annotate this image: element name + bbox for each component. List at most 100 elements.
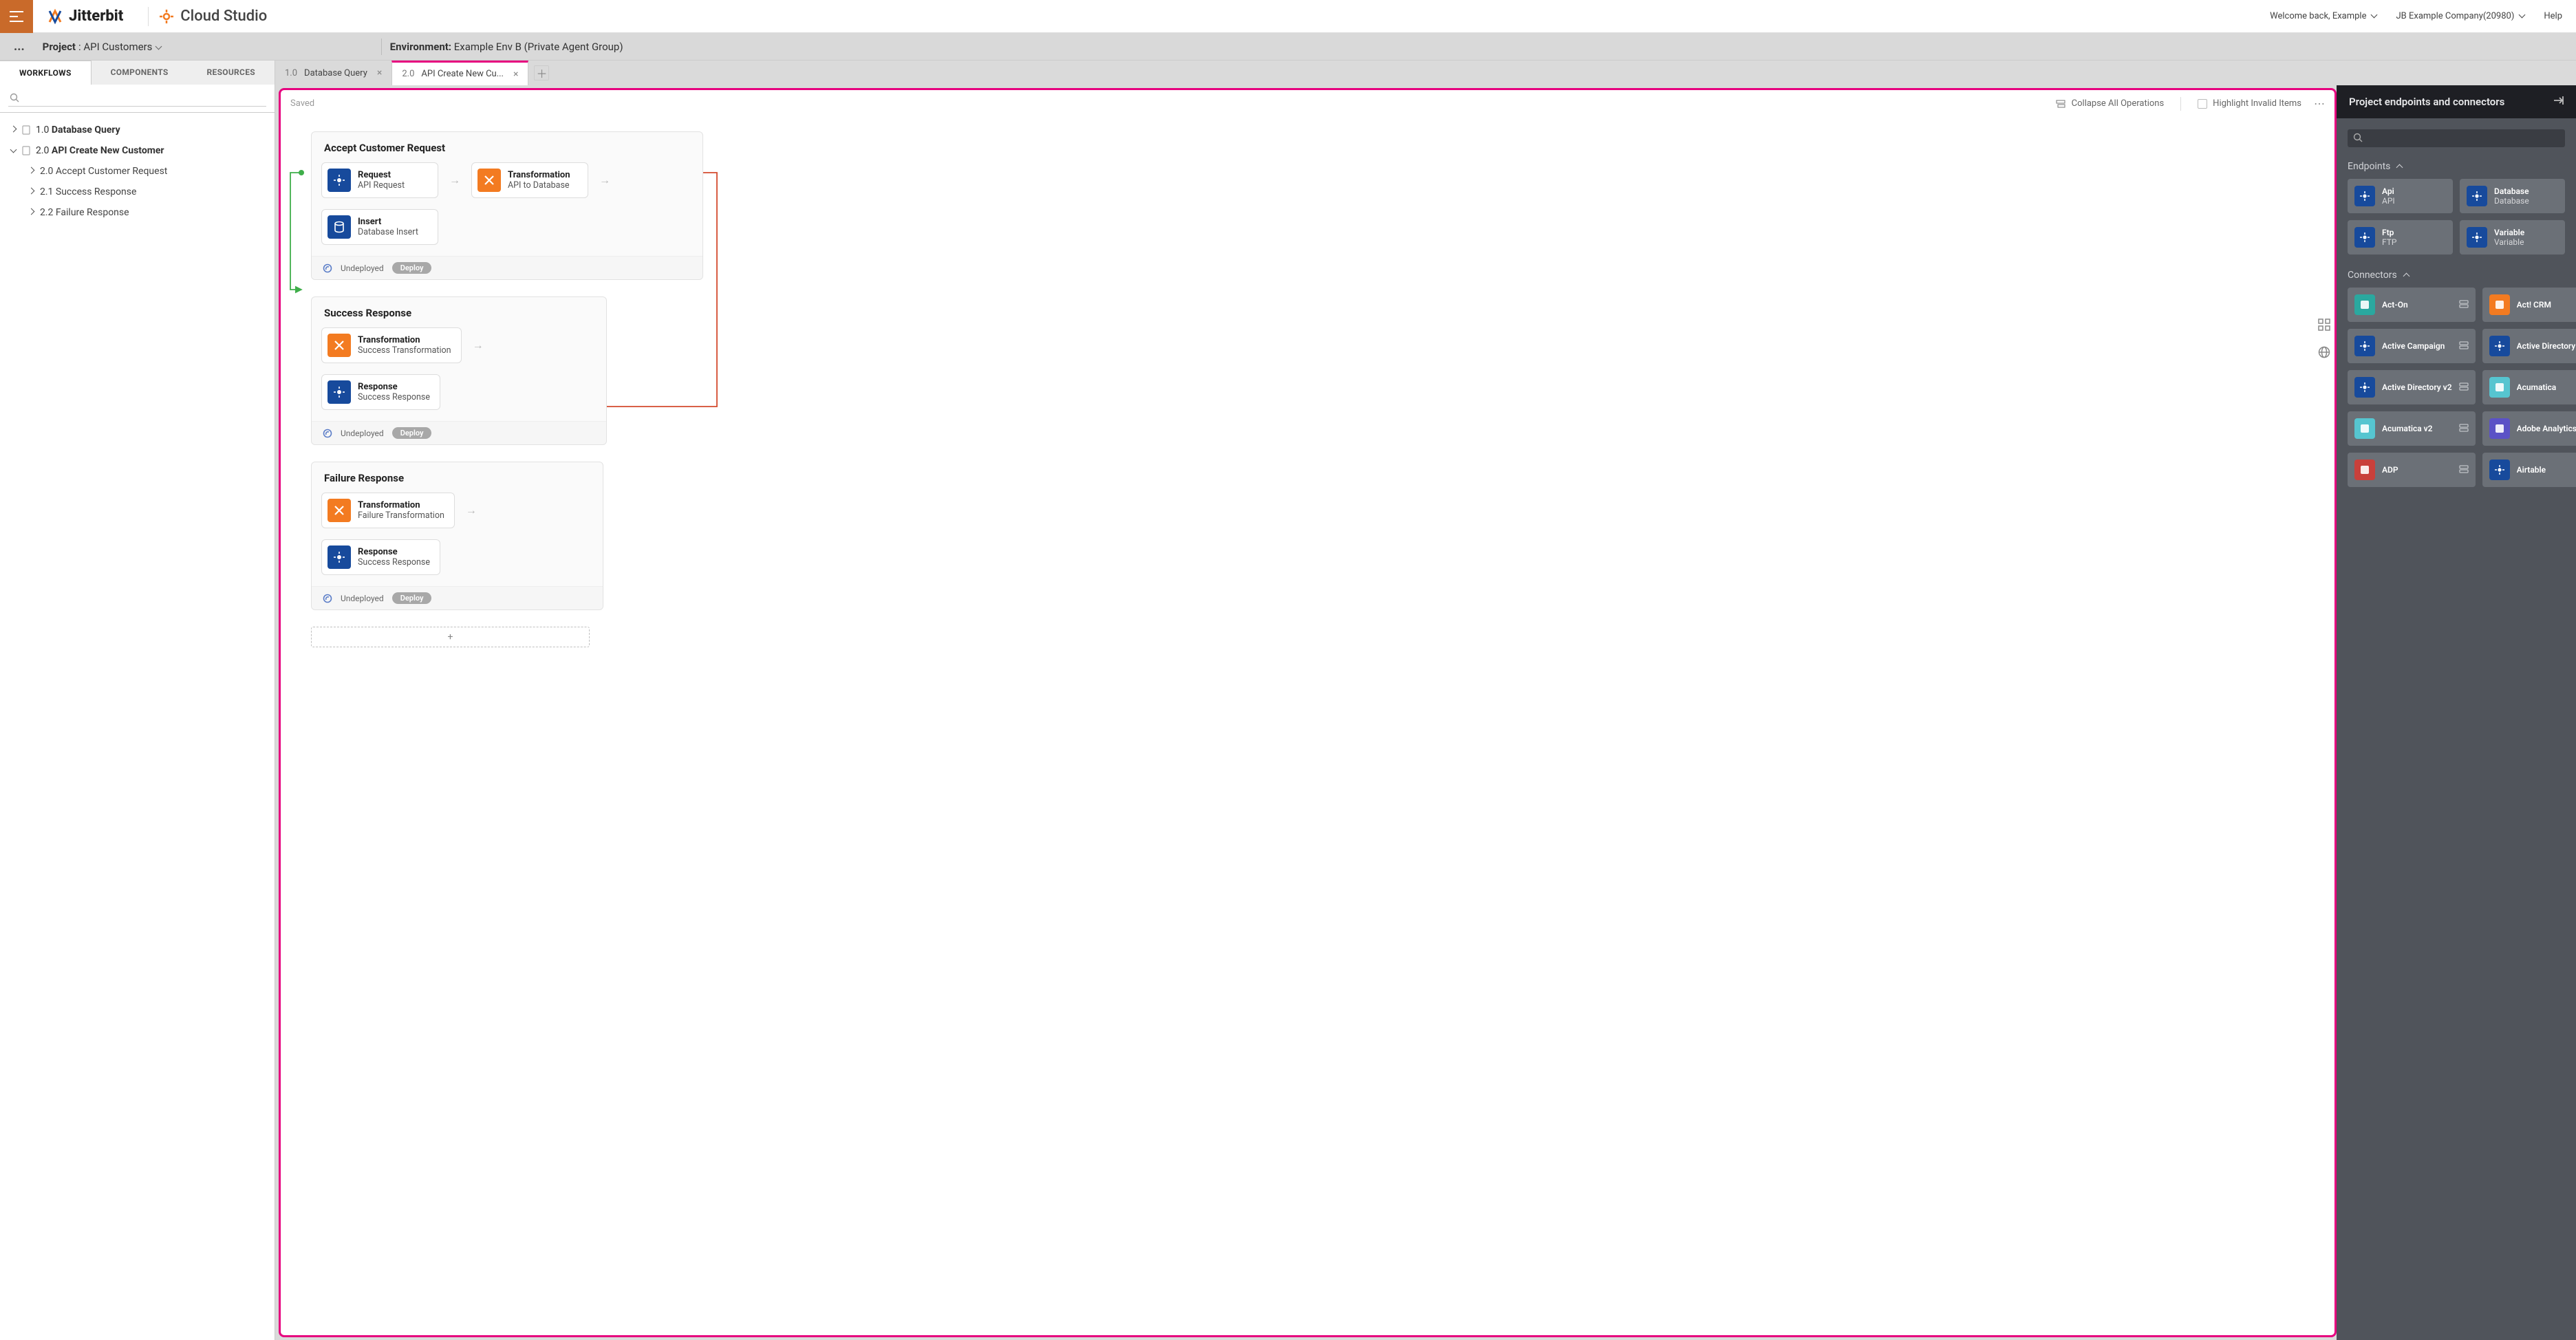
environment-display: Environment: Example Env B (Private Agen…	[390, 41, 623, 53]
tree-search-input[interactable]	[8, 90, 266, 107]
tile-title: Acumatica	[2517, 382, 2576, 392]
close-icon[interactable]: ×	[513, 69, 518, 80]
step-response[interactable]: ResponseSuccess Response	[321, 374, 440, 410]
tree-item-2[interactable]: 2.0 API Create New Customer	[3, 140, 272, 161]
step-transformation[interactable]: TransformationAPI to Database	[471, 162, 588, 198]
help-link[interactable]: Help	[2544, 11, 2562, 21]
connector-icon	[2354, 418, 2375, 439]
tab-components[interactable]: COMPONENTS	[92, 61, 188, 85]
connector-icon	[2489, 336, 2510, 356]
brand-logo[interactable]: Jitterbit	[33, 8, 137, 25]
tile-title: Acumatica v2	[2382, 424, 2452, 433]
divider	[381, 39, 382, 55]
endpoint-tile[interactable]: DatabaseDatabase	[2460, 179, 2565, 213]
welcome-dropdown[interactable]: Welcome back, Example	[2270, 11, 2376, 21]
connector-icon	[2354, 460, 2375, 480]
configure-icon[interactable]	[2459, 340, 2469, 353]
add-operation-button[interactable]: +	[311, 627, 590, 647]
endpoint-tile[interactable]: VariableVariable	[2460, 220, 2565, 255]
configure-icon[interactable]	[2459, 464, 2469, 477]
tab-workflows[interactable]: WORKFLOWS	[0, 61, 92, 85]
studio-title[interactable]: Cloud Studio	[160, 8, 267, 25]
top-bar: Jitterbit Cloud Studio Welcome back, Exa…	[0, 0, 2576, 33]
operation-card[interactable]: Success Response TransformationSuccess T…	[311, 296, 607, 445]
search-icon	[2353, 133, 2363, 142]
left-tabs: WORKFLOWS COMPONENTS RESOURCES	[0, 61, 275, 85]
canvas-body[interactable]: Accept Customer Request RequestAPI Reque…	[281, 118, 2334, 1335]
step-transformation[interactable]: TransformationSuccess Transformation	[321, 327, 462, 363]
step-request[interactable]: RequestAPI Request	[321, 162, 438, 198]
deploy-button[interactable]: Deploy	[392, 592, 432, 604]
configure-icon[interactable]	[2459, 299, 2469, 312]
workflow-tab-2[interactable]: 2.0 API Create New Cu... ×	[391, 61, 528, 85]
database-icon	[328, 215, 351, 239]
tile-title: ADP	[2382, 465, 2452, 475]
tree-item-2-1[interactable]: 2.1 Success Response	[3, 182, 272, 202]
undeployed-icon	[323, 263, 332, 273]
step-transformation[interactable]: TransformationFailure Transformation	[321, 493, 455, 528]
tab-resources[interactable]: RESOURCES	[188, 61, 275, 85]
brand-name: Jitterbit	[69, 8, 123, 25]
configure-icon[interactable]	[2459, 422, 2469, 435]
connector-tile[interactable]: Active Campaign	[2348, 329, 2476, 363]
palette-collapse-button[interactable]	[2553, 96, 2564, 108]
gear-icon	[160, 10, 173, 23]
highlight-invalid-toggle[interactable]: Highlight Invalid Items	[2198, 98, 2301, 109]
step-insert[interactable]: InsertDatabase Insert	[321, 209, 438, 245]
endpoint-tile[interactable]: ApiAPI	[2348, 179, 2453, 213]
collapse-all-button[interactable]: Collapse All Operations	[2055, 98, 2165, 109]
tile-title: Ftp	[2382, 228, 2446, 237]
endpoint-tile[interactable]: FtpFTP	[2348, 220, 2453, 255]
canvas-more-button[interactable]: ⋯	[2314, 97, 2325, 110]
canvas-outer: Saved Collapse All Operations Highlight …	[279, 88, 2337, 1337]
connector-tile[interactable]: Acumatica	[2482, 370, 2576, 404]
operation-card[interactable]: Accept Customer Request RequestAPI Reque…	[311, 131, 703, 280]
hamburger-button[interactable]	[0, 0, 33, 33]
rail-components-icon[interactable]	[2315, 315, 2334, 334]
connector-tile[interactable]: Active Directory v2	[2348, 370, 2476, 404]
undeployed-icon	[323, 594, 332, 603]
step-response[interactable]: ResponseSuccess Response	[321, 539, 440, 575]
deployment-status: Undeployed	[341, 429, 384, 438]
project-actions-button[interactable]: ...	[14, 39, 25, 54]
workflow-tab-add[interactable]: ＋	[534, 65, 549, 80]
tile-title: Act-On	[2382, 300, 2452, 310]
workflow-tab-1[interactable]: 1.0 Database Query ×	[275, 61, 391, 85]
connector-tile[interactable]: Act-On	[2348, 288, 2476, 322]
deploy-button[interactable]: Deploy	[392, 427, 432, 439]
connector-tile[interactable]: Adobe Analytics	[2482, 411, 2576, 446]
connector-tile[interactable]: Act! CRM	[2482, 288, 2576, 322]
connector-tile[interactable]: Active Directory	[2482, 329, 2576, 363]
operation-card[interactable]: Failure Response TransformationFailure T…	[311, 462, 603, 610]
connector-tile[interactable]: ADP	[2348, 453, 2476, 487]
connector-tile[interactable]: Airtable	[2482, 453, 2576, 487]
company-dropdown[interactable]: JB Example Company(20980)	[2396, 11, 2524, 21]
tree-item-1[interactable]: 1.0 Database Query	[3, 120, 272, 140]
rail-globe-icon[interactable]	[2315, 343, 2334, 362]
palette-search-input[interactable]	[2348, 129, 2565, 147]
transformation-icon	[477, 169, 501, 192]
deploy-button[interactable]: Deploy	[392, 262, 432, 274]
tree-item-2-2[interactable]: 2.2 Failure Response	[3, 202, 272, 223]
collapse-icon	[2055, 99, 2066, 109]
tree-item-label: 1.0 Database Query	[36, 125, 120, 136]
main-row: WORKFLOWS COMPONENTS RESOURCES 1.0 Datab…	[0, 61, 2576, 1340]
workflow-tree: 1.0 Database Query 2.0 API Create New Cu…	[0, 113, 275, 1340]
tree-item-2-0[interactable]: 2.0 Accept Customer Request	[3, 161, 272, 182]
tree-search-wrap	[0, 85, 275, 113]
tile-title: Api	[2382, 186, 2446, 196]
configure-icon[interactable]	[2459, 381, 2469, 394]
steps-row: TransformationSuccess Transformation → R…	[312, 327, 606, 421]
project-selector[interactable]: Project : API Customers	[43, 41, 373, 53]
close-icon[interactable]: ×	[377, 67, 382, 78]
steps-row: RequestAPI Request → TransformationAPI t…	[312, 162, 702, 256]
tile-title: Active Directory v2	[2382, 382, 2452, 392]
endpoints-section-header[interactable]: Endpoints	[2348, 161, 2565, 172]
operation-footer: Undeployed Deploy	[312, 421, 606, 444]
connector-tile[interactable]: Acumatica v2	[2348, 411, 2476, 446]
tile-subtitle: Database	[2494, 196, 2558, 206]
connectors-section-header[interactable]: Connectors	[2348, 270, 2565, 281]
canvas-toolbar: Saved Collapse All Operations Highlight …	[281, 90, 2334, 118]
deployment-status: Undeployed	[341, 263, 384, 273]
chevron-right-icon	[10, 125, 17, 135]
